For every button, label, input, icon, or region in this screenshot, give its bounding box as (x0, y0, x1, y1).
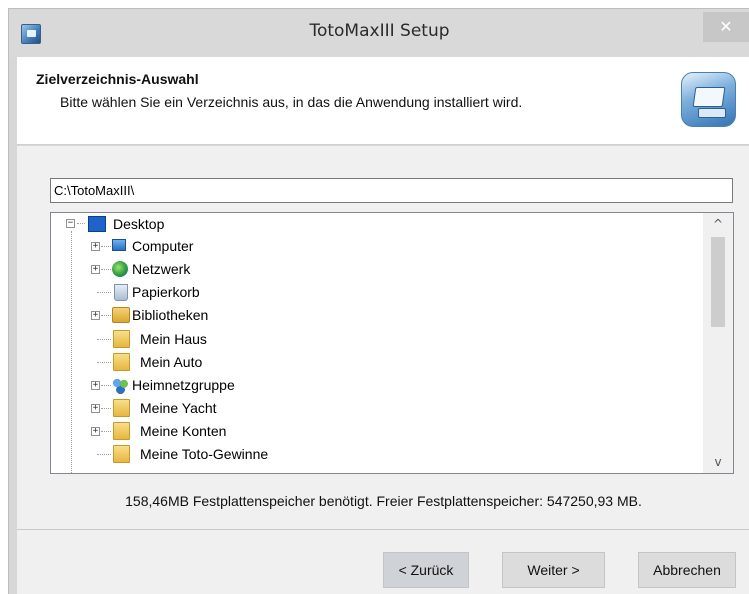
tree-connector (101, 269, 111, 270)
tree-item-mein-auto[interactable]: Mein Auto (51, 351, 351, 373)
tree-item-label: Bibliotheken (132, 307, 209, 323)
header-panel: Zielverzeichnis-Auswahl Bitte wählen Sie… (17, 57, 749, 145)
scroll-down-icon[interactable]: v (703, 453, 733, 471)
tree-item-libraries[interactable]: + Bibliotheken (51, 304, 351, 326)
tree-item-network[interactable]: + Netzwerk (51, 258, 351, 280)
expand-icon[interactable]: + (91, 265, 100, 274)
collapse-icon[interactable]: − (66, 219, 75, 228)
folder-icon (113, 399, 130, 417)
expand-icon[interactable]: + (91, 242, 100, 251)
tree-item-label: Desktop (113, 216, 165, 232)
disk-space-status: 158,46MB Festplattenspeicher benötigt. F… (125, 493, 642, 509)
desktop-icon (88, 216, 106, 232)
network-icon (112, 261, 128, 277)
tree-item-label: Mein Auto (140, 354, 203, 370)
scroll-thumb[interactable] (711, 237, 725, 327)
tree-item-homegroup[interactable]: + Heimnetzgruppe (51, 374, 351, 396)
tree-item-label: Papierkorb (132, 284, 200, 300)
tree-connector (97, 339, 111, 340)
next-button[interactable]: Weiter > (502, 552, 605, 588)
tree-item-meine-toto-gewinne[interactable]: Meine Toto-Gewinne (51, 443, 351, 465)
tree-connector (101, 385, 111, 386)
folder-tree[interactable]: − Desktop + Computer + Netzwerk Papierko… (50, 212, 734, 474)
expand-icon[interactable]: + (91, 311, 100, 320)
tree-connector (101, 315, 111, 316)
tree-item-label: Mein Haus (140, 331, 207, 347)
tree-connector (97, 454, 111, 455)
folder-icon (113, 353, 130, 371)
tree-item-recycle-bin[interactable]: Papierkorb (51, 281, 351, 303)
tree-item-meine-yacht[interactable]: + Meine Yacht (51, 397, 351, 419)
installer-computer-icon (681, 72, 736, 127)
expand-icon[interactable]: + (91, 427, 100, 436)
tree-item-label: Heimnetzgruppe (132, 377, 235, 393)
scroll-up-icon[interactable]: ^ (703, 215, 733, 233)
install-path-input[interactable] (50, 178, 733, 203)
setup-window: TotoMaxIII Setup ✕ Zielverzeichnis-Auswa… (8, 8, 749, 594)
back-button[interactable]: < Zurück (383, 552, 469, 588)
cancel-button[interactable]: Abbrechen (638, 552, 736, 588)
body-panel: − Desktop + Computer + Netzwerk (17, 146, 749, 529)
homegroup-icon (112, 377, 129, 394)
tree-item-computer[interactable]: + Computer (51, 235, 351, 257)
tree-connector (101, 431, 111, 432)
tree-item-mein-haus[interactable]: Mein Haus (51, 328, 351, 350)
recycle-bin-icon (114, 284, 128, 301)
tree-connector (101, 408, 111, 409)
tree-connector (97, 362, 111, 363)
tree-item-desktop[interactable]: − Desktop (51, 213, 351, 235)
folder-icon (113, 445, 130, 463)
title-bar: TotoMaxIII Setup ✕ (9, 9, 749, 57)
tree-scrollbar[interactable]: ^ v (703, 213, 733, 473)
computer-icon (112, 239, 126, 251)
tree-item-label: Meine Toto-Gewinne (140, 446, 269, 462)
tree-item-label: Computer (132, 238, 194, 254)
tree-connector (97, 292, 111, 293)
folder-icon (113, 422, 130, 440)
expand-icon[interactable]: + (91, 404, 100, 413)
expand-icon[interactable]: + (91, 381, 100, 390)
libraries-icon (112, 307, 130, 323)
tree-item-label: Meine Yacht (140, 400, 217, 416)
page-subtitle: Bitte wählen Sie ein Verzeichnis aus, in… (60, 94, 523, 110)
folder-tree-content: − Desktop + Computer + Netzwerk Papierko… (51, 213, 703, 473)
folder-icon (113, 330, 130, 348)
footer-panel: < Zurück Weiter > Abbrechen (17, 529, 749, 594)
window-title: TotoMaxIII Setup (309, 21, 450, 41)
tree-connector (101, 246, 111, 247)
tree-item-meine-konten[interactable]: + Meine Konten (51, 420, 351, 442)
tree-item-label: Meine Konten (140, 423, 227, 439)
close-button[interactable]: ✕ (703, 12, 749, 42)
tree-item-label: Netzwerk (132, 261, 191, 277)
page-title: Zielverzeichnis-Auswahl (36, 71, 199, 87)
